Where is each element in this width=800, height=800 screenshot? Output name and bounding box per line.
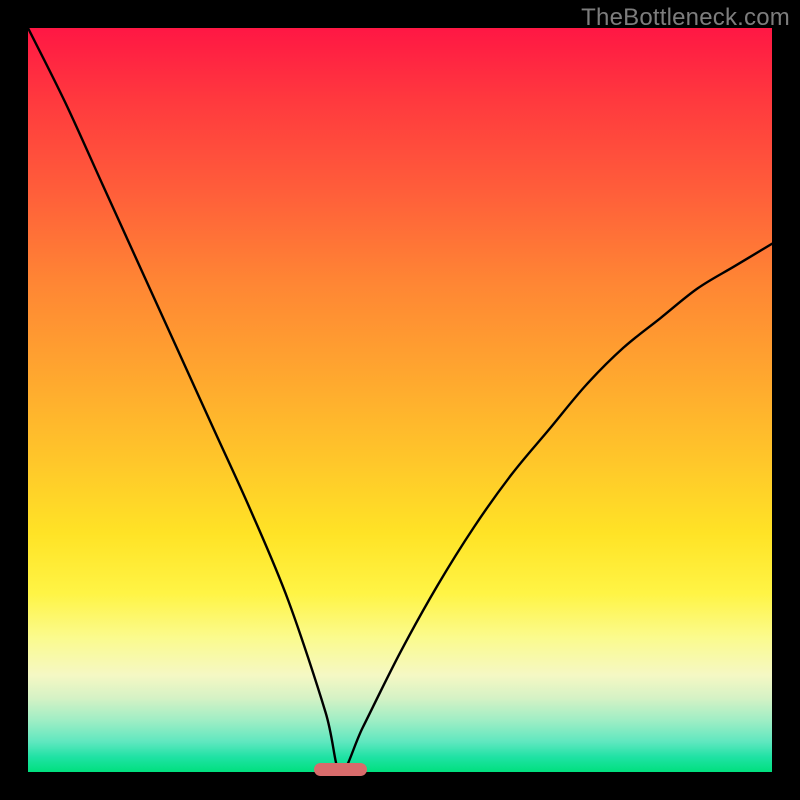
watermark-text: TheBottleneck.com (581, 4, 790, 32)
chart-frame: TheBottleneck.com (0, 0, 800, 800)
optimal-range-marker (314, 763, 366, 776)
bottleneck-curve (28, 28, 772, 772)
plot-area (28, 28, 772, 772)
bottleneck-curve-line (28, 28, 772, 772)
